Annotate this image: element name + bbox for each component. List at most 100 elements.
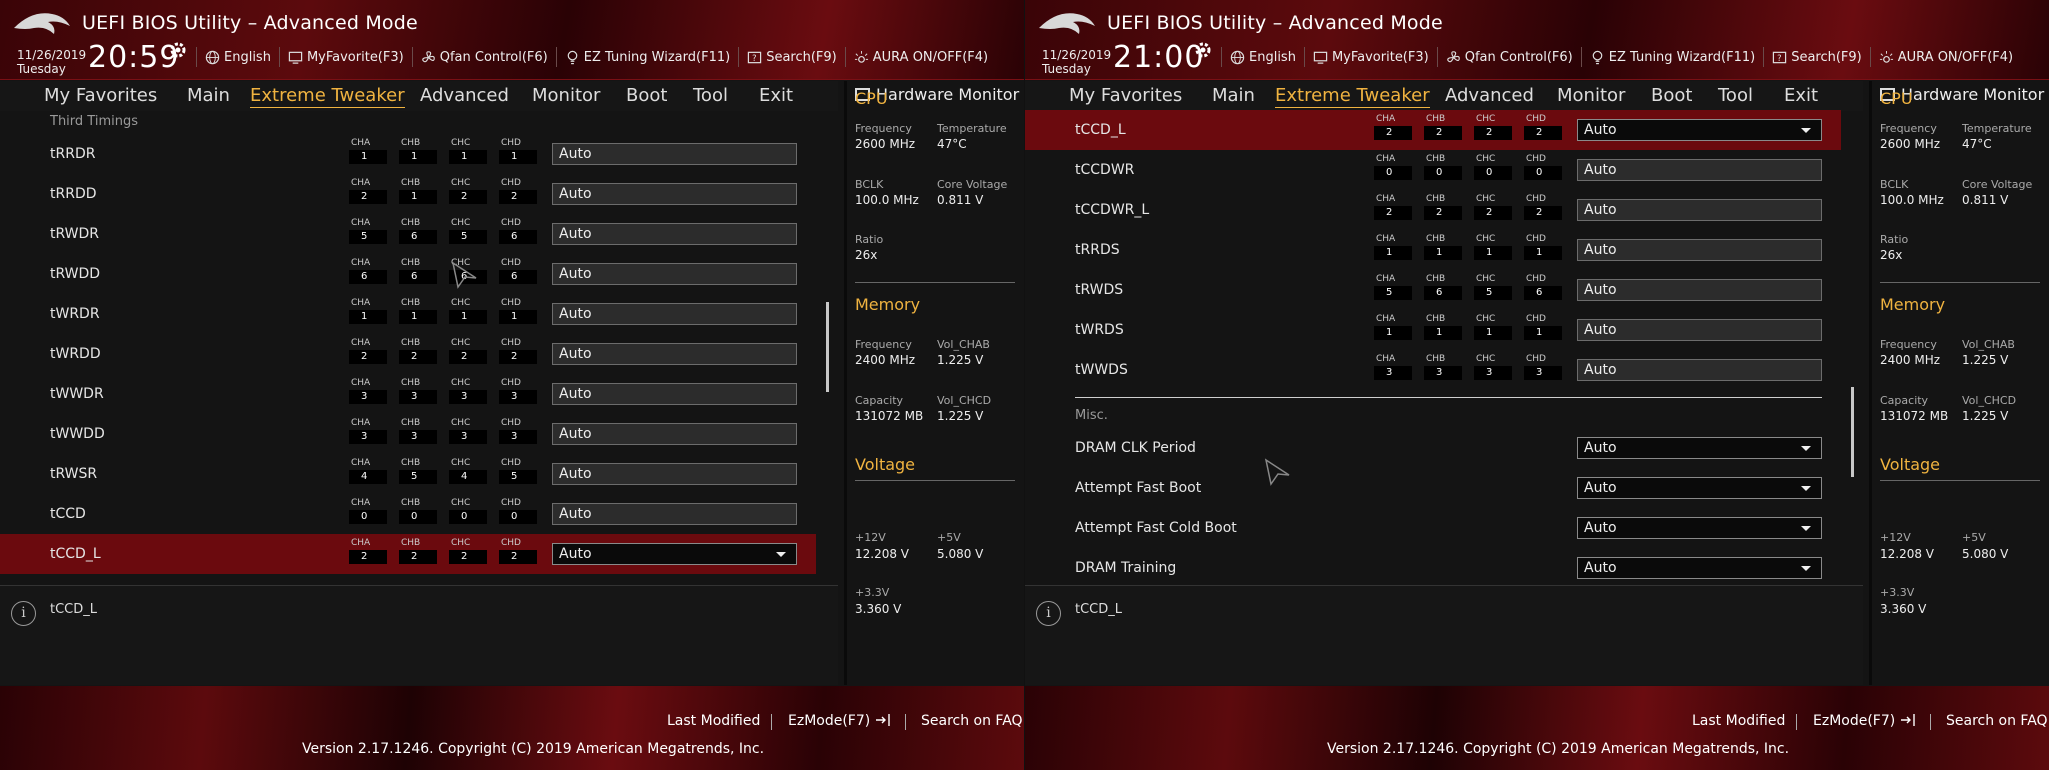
setting-row[interactable]: tWWDS CHA 3 CHB 3 CHC 3 CHD 3 Auto [1025,350,1841,390]
setting-value-input[interactable]: Auto [1577,319,1822,341]
setting-dropdown[interactable]: Auto [1577,477,1822,499]
setting-value-input[interactable]: Auto [1577,199,1822,221]
setting-value-input[interactable]: Auto [552,463,797,485]
setting-row[interactable]: Attempt Fast Boot Auto [1025,468,1841,508]
channel-number: 2 [449,550,487,564]
search-button[interactable]: ? Search(F9) [1763,47,1870,67]
setting-row[interactable]: tRWSR CHA 4 CHB 5 CHC 4 CHD 5 Auto [0,454,816,494]
menu-tab-monitor[interactable]: Monitor [1557,85,1625,106]
menu-tab-exit[interactable]: Exit [1784,85,1818,106]
channel-number: 1 [499,310,537,324]
setting-dropdown[interactable]: Auto [1577,557,1822,579]
setting-row[interactable]: tRRDR CHA 1 CHB 1 CHC 1 CHD 1 Auto [0,134,816,174]
section-title: Misc. [1075,408,1108,423]
ez-tuning-button[interactable]: EZ Tuning Wizard(F11) [1580,47,1763,67]
channel-number: 1 [349,310,387,324]
setting-row[interactable]: tCCD_L CHA 2 CHB 2 CHC 2 CHD 2 Auto [1025,110,1841,150]
setting-value-input[interactable]: Auto [1577,159,1822,181]
setting-row[interactable]: tCCD CHA 0 CHB 0 CHC 0 CHD 0 Auto [0,494,816,534]
setting-row[interactable]: tCCDWR_L CHA 2 CHB 2 CHC 2 CHD 2 Auto [1025,190,1841,230]
menu-tab-boot[interactable]: Boot [626,85,667,106]
myfavorite-button[interactable]: MyFavorite(F3) [278,47,412,67]
search-button[interactable]: ? Search(F9) [738,47,845,67]
myfavorite-button[interactable]: MyFavorite(F3) [1303,47,1437,67]
setting-dropdown[interactable]: Auto [1577,119,1822,141]
ezmode-button[interactable]: EzMode(F7) [788,713,891,729]
menu-tab-main[interactable]: Main [187,85,230,106]
setting-value-input[interactable]: Auto [552,143,797,165]
dropdown-arrow-icon [1801,128,1811,133]
setting-dropdown[interactable]: Auto [552,543,797,565]
search-faq-button[interactable]: Search on FAQ [1946,713,2048,729]
setting-row[interactable]: tRWDD CHA 6 CHB 6 CHC 6 CHD 6 Auto [0,254,816,294]
channel-label: CHC [451,218,471,228]
menu-tab-advanced[interactable]: Advanced [420,85,509,106]
setting-row[interactable]: tRRDD CHA 2 CHB 1 CHC 2 CHD 2 Auto [0,174,816,214]
last-modified-button[interactable]: Last Modified [1692,713,1785,729]
setting-dropdown[interactable]: Auto [1577,437,1822,459]
setting-value: Auto [559,186,592,202]
qfan-button[interactable]: Qfan Control(F6) [411,47,556,67]
qfan-button[interactable]: Qfan Control(F6) [1436,47,1581,67]
setting-value-input[interactable]: Auto [552,383,797,405]
setting-row[interactable]: tWRDD CHA 2 CHB 2 CHC 2 CHD 2 Auto [0,334,816,374]
menu-tab-monitor[interactable]: Monitor [532,85,600,106]
setting-dropdown[interactable]: Auto [1577,517,1822,539]
setting-value-input[interactable]: Auto [1577,359,1822,381]
menu-tab-advanced[interactable]: Advanced [1445,85,1534,106]
setting-value-input[interactable]: Auto [552,303,797,325]
setting-row[interactable]: tWWDR CHA 3 CHB 3 CHC 3 CHD 3 Auto [0,374,816,414]
gear-icon[interactable] [1193,40,1213,60]
menu-tab-exit[interactable]: Exit [759,85,793,106]
setting-row[interactable]: Attempt Fast Cold Boot Auto [1025,508,1841,548]
setting-row[interactable]: tRWDR CHA 5 CHB 6 CHC 5 CHD 6 Auto [0,214,816,254]
hw-metric-value: 100.0 MHz [1880,193,1944,207]
menu-tab-extreme-tweaker[interactable]: Extreme Tweaker [250,85,405,108]
setting-value-input[interactable]: Auto [552,183,797,205]
setting-value-input[interactable]: Auto [552,503,797,525]
gear-icon[interactable] [168,40,188,60]
setting-row[interactable]: tWWDD CHA 3 CHB 3 CHC 3 CHD 3 Auto [0,414,816,454]
dropdown-arrow-icon [1801,526,1811,531]
ez-tuning-button[interactable]: EZ Tuning Wizard(F11) [555,47,738,67]
setting-row[interactable]: tRWDS CHA 5 CHB 6 CHC 5 CHD 6 Auto [1025,270,1841,310]
rog-logo-icon [14,13,70,34]
setting-row[interactable]: tWRDS CHA 1 CHB 1 CHC 1 CHD 1 Auto [1025,310,1841,350]
ezmode-button[interactable]: EzMode(F7) [1813,713,1916,729]
menu-tab-tool[interactable]: Tool [693,85,728,106]
setting-row[interactable]: tCCD_L CHA 2 CHB 2 CHC 2 CHD 2 Auto [0,534,816,574]
setting-row[interactable]: tCCDWR CHA 0 CHB 0 CHC 0 CHD 0 Auto [1025,150,1841,190]
menu-tab-tool[interactable]: Tool [1718,85,1753,106]
setting-value-input[interactable]: Auto [552,343,797,365]
channel-number: 3 [399,430,437,444]
menu-tab-extreme-tweaker[interactable]: Extreme Tweaker [1275,85,1430,108]
main-menu: My Favorites Main Extreme Tweaker Advanced M… [1025,81,1863,111]
channel-label: CHC [451,538,471,548]
setting-row[interactable]: tWRDR CHA 1 CHB 1 CHC 1 CHD 1 Auto [0,294,816,334]
language-button[interactable]: English [196,47,279,67]
aura-button[interactable]: AURA ON/OFF(F4) [844,47,996,67]
menu-tab-my-favorites[interactable]: My Favorites [1069,85,1182,106]
scrollbar[interactable] [826,302,829,392]
setting-value-input[interactable]: Auto [552,263,797,285]
setting-row[interactable]: tRRDS CHA 1 CHB 1 CHC 1 CHD 1 Auto [1025,230,1841,270]
setting-value-input[interactable]: Auto [552,223,797,245]
setting-value-input[interactable]: Auto [552,423,797,445]
menu-tab-main[interactable]: Main [1212,85,1255,106]
setting-value-input[interactable]: Auto [1577,279,1822,301]
setting-value-input[interactable]: Auto [1577,239,1822,261]
setting-value: Auto [1584,362,1617,378]
menu-tab-my-favorites[interactable]: My Favorites [44,85,157,106]
last-modified-button[interactable]: Last Modified [667,713,760,729]
setting-row[interactable]: DRAM CLK Period Auto [1025,428,1841,468]
channel-number: 6 [1424,286,1462,300]
channel-value: CHB 0 [399,498,437,524]
hw-divider [855,282,1015,283]
scrollbar[interactable] [1851,387,1854,477]
setting-row[interactable]: DRAM Training Auto [1025,548,1841,588]
setting-value: Auto [559,546,592,562]
menu-tab-boot[interactable]: Boot [1651,85,1692,106]
search-faq-button[interactable]: Search on FAQ [921,713,1023,729]
aura-button[interactable]: AURA ON/OFF(F4) [1869,47,2021,67]
language-button[interactable]: English [1221,47,1304,67]
